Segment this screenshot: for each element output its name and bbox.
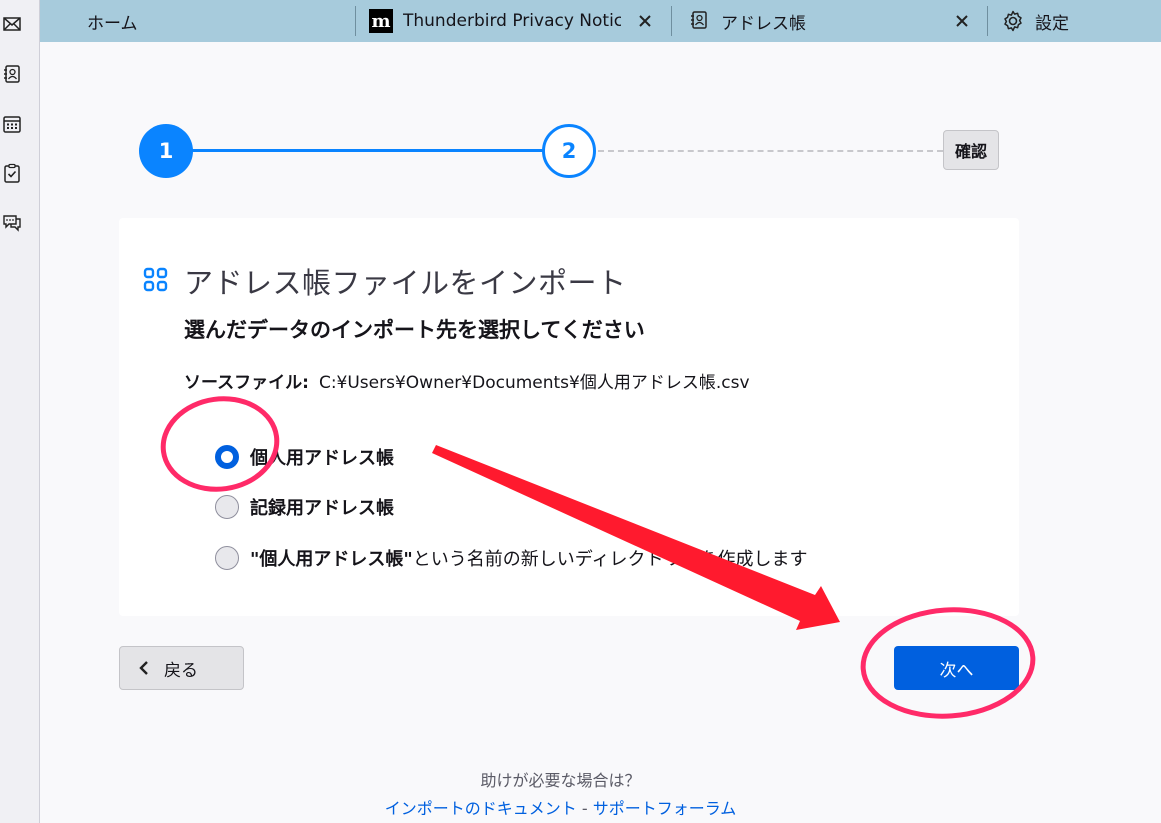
source-file-path: C:¥Users¥Owner¥Documents¥個人用アドレス帳.csv: [318, 373, 750, 393]
step-2-indicator: 2: [542, 124, 596, 178]
option-description: という名前の新しいディレクトリーを作成します: [412, 549, 808, 570]
card-subtitle: 選んだデータのインポート先を選択してください: [184, 318, 645, 342]
tab-home[interactable]: ホーム: [87, 0, 347, 42]
import-card: アドレス帳ファイルをインポート 選んだデータのインポート先を選択してください ソ…: [119, 218, 1019, 616]
tab-separator: [355, 6, 356, 36]
tab-address-book-label: アドレス帳: [721, 13, 806, 34]
option-new-directory[interactable]: "個人用アドレス帳" という名前の新しいディレクトリーを作成します: [215, 544, 808, 572]
next-button[interactable]: 次へ: [894, 646, 1019, 690]
close-icon[interactable]: [635, 11, 655, 31]
step-confirm-indicator: 確認: [943, 130, 999, 170]
tab-settings[interactable]: 設定: [1001, 0, 1151, 42]
tasks-icon[interactable]: [0, 161, 24, 185]
address-book-icon[interactable]: [0, 62, 24, 86]
tab-home-label: ホーム: [87, 13, 138, 34]
step-progress-line: [192, 149, 543, 152]
help-links: インポートのドキュメント - サポートフォーラム: [40, 795, 1081, 819]
back-button[interactable]: 戻る: [119, 646, 244, 690]
chat-icon[interactable]: [0, 210, 24, 234]
address-book-grid-icon: [143, 267, 168, 292]
source-file: ソースファイル: C:¥Users¥Owner¥Documents¥個人用アドレス…: [184, 368, 750, 393]
close-icon[interactable]: [952, 11, 972, 31]
option-label: 記録用アドレス帳: [250, 498, 394, 519]
option-personal-address-book[interactable]: 個人用アドレス帳: [215, 443, 394, 471]
step-1-indicator: 1: [139, 124, 193, 178]
mail-icon[interactable]: [0, 12, 24, 36]
source-file-label: ソースファイル:: [184, 373, 309, 393]
tab-privacy-label: Thunderbird Privacy Notice -: [403, 11, 621, 31]
option-label: 個人用アドレス帳: [250, 448, 394, 469]
chevron-left-icon: [139, 661, 148, 675]
tab-settings-label: 設定: [1035, 13, 1069, 34]
card-title: アドレス帳ファイルをインポート: [184, 266, 627, 300]
option-label: "個人用アドレス帳": [250, 549, 413, 570]
support-forum-link[interactable]: サポートフォーラム: [593, 799, 737, 818]
link-separator: -: [576, 799, 593, 818]
spaces-toolbar: [0, 0, 40, 823]
address-book-icon: [689, 10, 711, 32]
radio-button[interactable]: [215, 445, 239, 469]
tab-privacy-notice[interactable]: m Thunderbird Privacy Notice -: [369, 0, 659, 42]
mozilla-m-icon: m: [369, 9, 393, 33]
help-question: 助けが必要な場合は？: [480, 771, 641, 790]
tab-address-book[interactable]: アドレス帳: [689, 0, 979, 42]
tab-separator: [987, 6, 988, 36]
tab-separator: [671, 6, 672, 36]
back-button-label: 戻る: [164, 660, 198, 681]
step-pending-line: [598, 150, 943, 152]
import-page: 1 2 確認 アドレス帳ファイルをインポート 選んだデータのインポート先を選択し…: [40, 42, 1161, 823]
import-docs-link[interactable]: インポートのドキュメント: [385, 799, 577, 818]
tab-bar: ホーム m Thunderbird Privacy Notice - アドレス帳…: [40, 0, 1161, 42]
radio-button[interactable]: [215, 546, 239, 570]
gear-icon: [1001, 9, 1025, 33]
option-collected-address-book[interactable]: 記録用アドレス帳: [215, 493, 394, 521]
calendar-icon[interactable]: [0, 112, 24, 136]
radio-button[interactable]: [215, 495, 239, 519]
